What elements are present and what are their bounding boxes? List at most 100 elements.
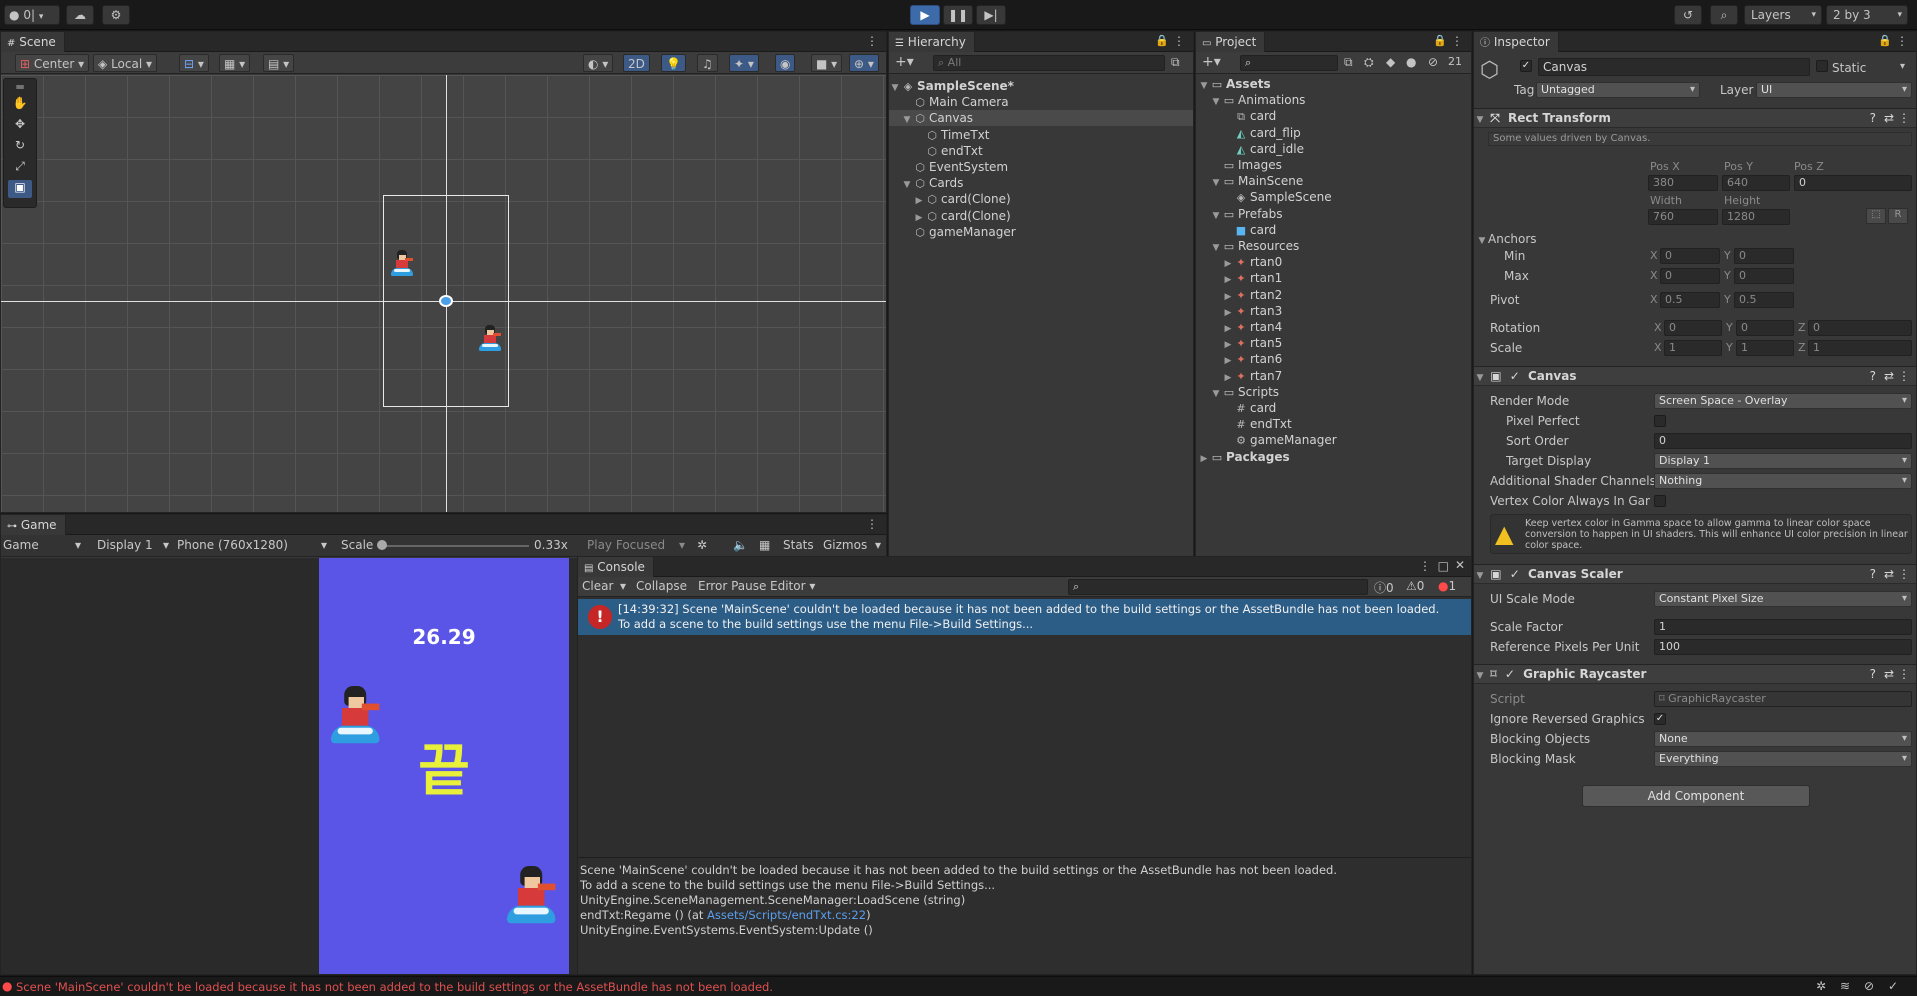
- drag-handle-icon[interactable]: ═: [8, 80, 32, 94]
- hierarchy-item[interactable]: ⬡ endTxt: [889, 143, 1193, 159]
- pivot-dropdown[interactable]: ⊞ Center ▾: [15, 54, 90, 72]
- project-item[interactable]: ◈ SampleScene: [1196, 189, 1471, 205]
- project-item[interactable]: # card: [1196, 400, 1471, 416]
- warning-toggle[interactable]: ⚠0: [1406, 579, 1424, 593]
- search-button[interactable]: ⌕: [1710, 5, 1738, 25]
- project-item[interactable]: ◭ card_idle: [1196, 141, 1471, 157]
- ppu-field[interactable]: 100: [1654, 639, 1912, 655]
- error-toggle[interactable]: ●1: [1438, 579, 1456, 593]
- project-item[interactable]: ▶ ▭ Packages: [1196, 449, 1471, 465]
- scale-slider[interactable]: [379, 545, 529, 547]
- filter-icon[interactable]: ⧉: [1171, 55, 1180, 70]
- target-display-dropdown[interactable]: Display 1: [1654, 453, 1912, 469]
- space-dropdown[interactable]: ◈ Local ▾: [93, 54, 158, 72]
- shader-channels-dropdown[interactable]: Nothing: [1654, 473, 1912, 489]
- increment-button[interactable]: ▤ ▾: [263, 54, 295, 72]
- kebab-menu-icon[interactable]: ⋮: [1173, 34, 1185, 48]
- hidden-packages-icon[interactable]: ⊘: [1428, 55, 1438, 69]
- sort-order-field[interactable]: 0: [1654, 433, 1912, 449]
- label-filter-icon[interactable]: ◆: [1386, 55, 1395, 69]
- snap-button[interactable]: ⊟ ▾: [179, 54, 209, 72]
- resolution-dropdown[interactable]: Phone (760x1280) ▾: [177, 538, 329, 552]
- clear-button[interactable]: Clear: [582, 579, 613, 593]
- move-tool-icon[interactable]: ✥: [8, 117, 32, 135]
- rect-tool-icon[interactable]: ▣: [8, 180, 32, 198]
- project-item[interactable]: ▶ ✦ rtan5: [1196, 335, 1471, 351]
- raw-edit-button[interactable]: R: [1888, 208, 1908, 224]
- hierarchy-item[interactable]: ⬡ gameManager: [889, 224, 1193, 240]
- project-item[interactable]: ▶ ✦ rtan2: [1196, 287, 1471, 303]
- canvas-header[interactable]: ▼ ▣ ✓ Canvas ? ⇄ ⋮: [1474, 366, 1916, 386]
- keyboard-icon[interactable]: ▦: [759, 538, 770, 552]
- step-button[interactable]: ▶|: [976, 5, 1006, 25]
- visibility-toggle[interactable]: ◉: [775, 54, 796, 72]
- pixel-perfect-checkbox[interactable]: [1654, 415, 1666, 427]
- project-item[interactable]: ▼ ▭ Prefabs: [1196, 206, 1471, 222]
- card-sprite[interactable]: [479, 325, 501, 351]
- editor-dropdown[interactable]: Editor ▾: [770, 579, 815, 593]
- toggle-2d-button[interactable]: 2D: [623, 54, 650, 72]
- add-icon[interactable]: +▾: [895, 54, 914, 70]
- project-item[interactable]: ▶ ✦ rtan4: [1196, 319, 1471, 335]
- error-pause-button[interactable]: Error Pause: [698, 579, 766, 593]
- posz-field[interactable]: 0: [1794, 175, 1912, 191]
- project-item[interactable]: ▶ ✦ rtan7: [1196, 368, 1471, 384]
- cloud-button[interactable]: ☁: [66, 5, 94, 25]
- grid-button[interactable]: ▦ ▾: [219, 54, 251, 72]
- tab-console[interactable]: ▤ Console: [578, 557, 654, 577]
- gizmos-dropdown[interactable]: Gizmos ▾: [823, 538, 885, 552]
- check-icon[interactable]: ✓: [1888, 979, 1898, 993]
- static-checkbox[interactable]: [1816, 60, 1828, 72]
- hierarchy-item[interactable]: ▼ ⬡ Cards: [889, 175, 1193, 191]
- kebab-menu-icon[interactable]: ⋮: [1896, 34, 1908, 48]
- preset-icon[interactable]: ⇄: [1884, 565, 1894, 584]
- canvas-enabled-check[interactable]: ✓: [1510, 369, 1520, 383]
- scale-slider-thumb[interactable]: [377, 540, 387, 550]
- active-checkbox[interactable]: ✓: [1520, 60, 1532, 72]
- account-dropdown[interactable]: ● 0| ▾: [4, 5, 60, 25]
- scale-tool-icon[interactable]: ⤢: [8, 159, 32, 177]
- hierarchy-item[interactable]: ⬡ Main Camera: [889, 94, 1193, 110]
- help-icon[interactable]: ?: [1870, 665, 1876, 684]
- shading-dropdown[interactable]: ◐ ▾: [583, 54, 614, 72]
- kebab-menu-icon[interactable]: ⋮: [1898, 109, 1910, 128]
- project-item[interactable]: ▼ ▭ MainScene: [1196, 173, 1471, 189]
- lighting-toggle[interactable]: 💡: [661, 54, 686, 72]
- game-view-dropdown[interactable]: Game ▾: [3, 538, 85, 552]
- search-filter-icon[interactable]: ⧉: [1344, 55, 1353, 70]
- game-viewport[interactable]: 26.29 끝: [319, 558, 569, 974]
- canvas-scaler-enabled-check[interactable]: ✓: [1510, 567, 1520, 581]
- kebab-menu-icon[interactable]: ⋮: [1419, 559, 1431, 573]
- scene-viewport[interactable]: [1, 75, 886, 512]
- blocking-mask-dropdown[interactable]: Everything: [1654, 751, 1912, 767]
- kebab-menu-icon[interactable]: ⋮: [1451, 34, 1463, 48]
- canvas-handle[interactable]: [439, 295, 453, 307]
- project-item[interactable]: ⧉ card: [1196, 108, 1471, 124]
- play-mode-dropdown[interactable]: Play Focused ▾: [587, 538, 687, 552]
- graphic-raycaster-header[interactable]: ▼ ⌑ ✓ Graphic Raycaster ? ⇄ ⋮: [1474, 664, 1916, 684]
- close-icon[interactable]: ✕: [1455, 558, 1465, 572]
- console-search-input[interactable]: ⌕: [1068, 579, 1368, 595]
- network-icon[interactable]: ⊘: [1864, 979, 1874, 993]
- rotate-tool-icon[interactable]: ↻: [8, 138, 32, 156]
- camera-dropdown[interactable]: ■ ▾: [811, 54, 843, 72]
- add-component-button[interactable]: Add Component: [1582, 785, 1810, 807]
- project-item[interactable]: ⚙ gameManager: [1196, 432, 1471, 448]
- services-button[interactable]: ⚙: [102, 5, 130, 25]
- blocking-objects-dropdown[interactable]: None: [1654, 731, 1912, 747]
- canvas-scaler-header[interactable]: ▼ ▣ ✓ Canvas Scaler ? ⇄ ⋮: [1474, 564, 1916, 584]
- help-icon[interactable]: ?: [1870, 109, 1876, 128]
- display-dropdown[interactable]: Display 1 ▾: [97, 538, 169, 552]
- project-item[interactable]: ▶ ✦ rtan1: [1196, 270, 1471, 286]
- object-name-field[interactable]: Canvas: [1538, 58, 1810, 76]
- card-sprite[interactable]: [331, 686, 380, 744]
- render-mode-dropdown[interactable]: Screen Space - Overlay: [1654, 393, 1912, 409]
- project-item[interactable]: ▭ Images: [1196, 157, 1471, 173]
- audio-toggle[interactable]: ♫: [697, 54, 718, 72]
- project-item[interactable]: ▶ ✦ rtan0: [1196, 254, 1471, 270]
- rect-transform-header[interactable]: ▼ ⤧ Rect Transform ? ⇄ ⋮: [1474, 108, 1916, 128]
- hierarchy-item[interactable]: ▶ ⬡ card(Clone): [889, 191, 1193, 207]
- vertex-color-checkbox[interactable]: [1654, 495, 1666, 507]
- collapse-button[interactable]: Collapse: [636, 579, 687, 593]
- lock-icon[interactable]: 🔒: [1878, 34, 1892, 47]
